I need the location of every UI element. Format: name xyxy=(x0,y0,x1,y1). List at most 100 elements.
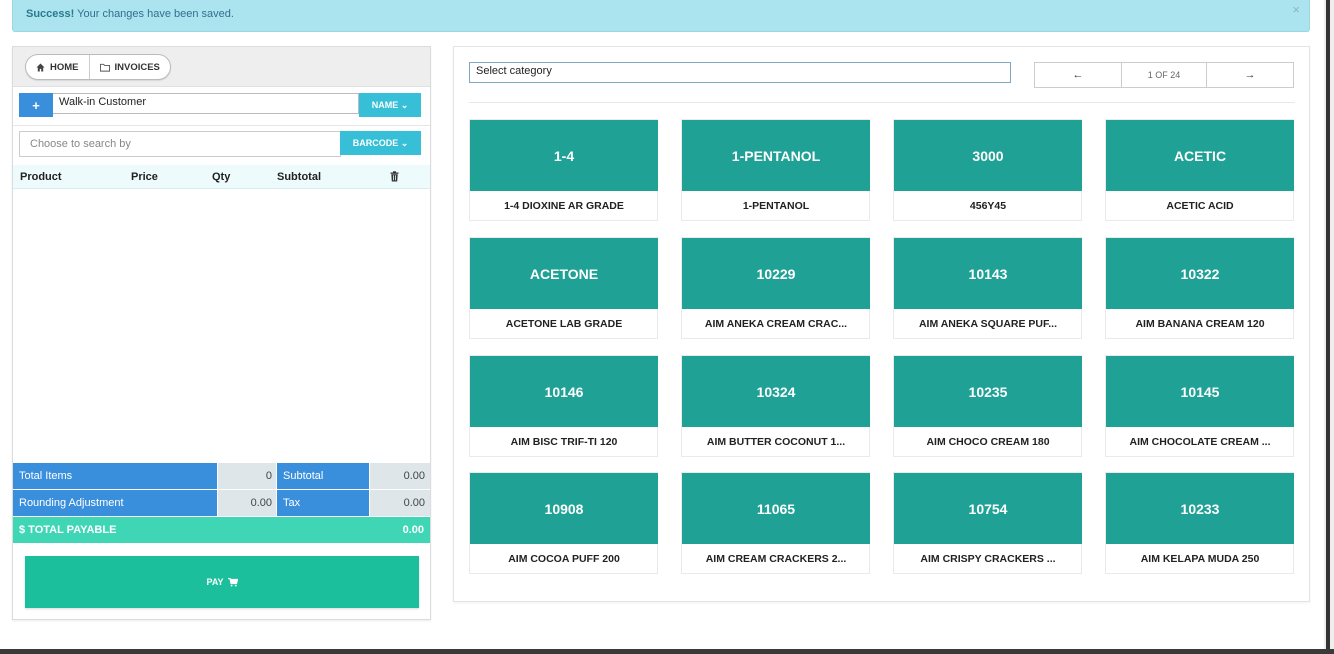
product-code: 10233 xyxy=(1106,473,1294,544)
col-subtotal: Subtotal xyxy=(277,171,321,183)
product-card[interactable]: 3000 456Y45 xyxy=(893,119,1082,221)
total-items-label: Total Items xyxy=(13,463,217,489)
add-customer-button[interactable]: + xyxy=(19,93,53,117)
pos-cart-panel: HOME INVOICES + Walk-in Customer NAME ⌄ … xyxy=(12,46,431,620)
product-code: 1-PENTANOL xyxy=(682,120,870,191)
product-code: 10229 xyxy=(682,238,870,309)
divider xyxy=(13,125,430,126)
cart-icon xyxy=(227,577,238,586)
total-payable-label: $ TOTAL PAYABLE xyxy=(19,524,117,536)
search-row: BARCODE ⌄ xyxy=(19,131,421,157)
product-panel: Select category ← 1 OF 24 → 1-4 1-4 DIOXI… xyxy=(453,46,1310,602)
customer-row: + Walk-in Customer NAME ⌄ xyxy=(19,93,421,119)
product-card[interactable]: ACETONE ACETONE LAB GRADE xyxy=(469,237,658,339)
col-qty: Qty xyxy=(212,171,231,183)
product-code: ACETIC xyxy=(1106,120,1294,191)
product-code: 10754 xyxy=(894,473,1082,544)
product-name: 1-4 DIOXINE AR GRADE xyxy=(504,200,624,212)
product-card[interactable]: 10754 AIM CRISPY CRACKERS ... xyxy=(893,472,1082,574)
product-name: AIM BISC TRIF-TI 120 xyxy=(510,436,618,448)
product-card[interactable]: ACETIC ACETIC ACID xyxy=(1105,119,1294,221)
invoices-button[interactable]: INVOICES xyxy=(88,55,170,79)
nav-button-group: HOME INVOICES xyxy=(25,54,171,80)
product-card[interactable]: 1-PENTANOL 1-PENTANOL xyxy=(681,119,870,221)
product-card[interactable]: 1-4 1-4 DIOXINE AR GRADE xyxy=(469,119,658,221)
product-name: 456Y45 xyxy=(969,200,1007,212)
product-name: AIM COCOA PUFF 200 xyxy=(508,553,620,565)
alert-strong: Success! xyxy=(26,8,75,20)
alert-message: Your changes have been saved. xyxy=(74,8,234,20)
bottom-bar xyxy=(0,649,1334,654)
total-items-value: 0 xyxy=(218,463,276,489)
product-search-input[interactable] xyxy=(19,131,341,157)
product-name: AIM ANEKA SQUARE PUF... xyxy=(918,318,1058,330)
product-name: AIM CRISPY CRACKERS ... xyxy=(920,553,1056,565)
category-select[interactable]: Select category xyxy=(469,62,1011,83)
product-card[interactable]: 10145 AIM CHOCOLATE CREAM ... xyxy=(1105,355,1294,457)
product-code: 10145 xyxy=(1106,356,1294,427)
rounding-label: Rounding Adjustment xyxy=(13,490,217,516)
pay-label: PAY xyxy=(206,577,224,587)
home-label: HOME xyxy=(50,61,79,73)
product-card[interactable]: 10233 AIM KELAPA MUDA 250 xyxy=(1105,472,1294,574)
product-name: AIM ANEKA CREAM CRAC... xyxy=(704,318,848,330)
trash-icon[interactable] xyxy=(390,171,399,182)
product-code: 10146 xyxy=(470,356,658,427)
product-card[interactable]: 10322 AIM BANANA CREAM 120 xyxy=(1105,237,1294,339)
pagination: ← 1 OF 24 → xyxy=(1034,62,1294,88)
product-code: ACETONE xyxy=(470,238,658,309)
product-card[interactable]: 10235 AIM CHOCO CREAM 180 xyxy=(893,355,1082,457)
product-code: 3000 xyxy=(894,120,1082,191)
product-name: 1-PENTANOL xyxy=(742,200,810,212)
product-card[interactable]: 10229 AIM ANEKA CREAM CRAC... xyxy=(681,237,870,339)
product-name: ACETIC ACID xyxy=(1166,200,1234,212)
product-card[interactable]: 10146 AIM BISC TRIF-TI 120 xyxy=(469,355,658,457)
product-code: 1-4 xyxy=(470,120,658,191)
product-code: 10143 xyxy=(894,238,1082,309)
col-price: Price xyxy=(131,171,158,183)
tax-value: 0.00 xyxy=(370,490,430,516)
total-payable-row: $ TOTAL PAYABLE 0.00 xyxy=(13,517,430,543)
barcode-dropdown-button[interactable]: BARCODE ⌄ xyxy=(340,131,421,155)
pay-button[interactable]: PAY xyxy=(25,556,419,608)
divider xyxy=(469,102,1295,103)
prev-page-button[interactable]: ← xyxy=(1035,63,1121,87)
panel-header: HOME INVOICES xyxy=(13,47,430,87)
product-name: AIM BUTTER COCONUT 1... xyxy=(706,436,846,448)
product-name: ACETONE LAB GRADE xyxy=(505,318,623,330)
cart-table-header: Product Price Qty Subtotal xyxy=(13,165,430,189)
tax-label: Tax xyxy=(277,490,369,516)
product-card[interactable]: 10143 AIM ANEKA SQUARE PUF... xyxy=(893,237,1082,339)
col-product: Product xyxy=(20,171,62,183)
subtotal-label: Subtotal xyxy=(277,463,369,489)
total-payable-value: 0.00 xyxy=(402,524,424,536)
name-dropdown-button[interactable]: NAME ⌄ xyxy=(359,93,421,117)
invoices-label: INVOICES xyxy=(114,61,160,73)
next-page-button[interactable]: → xyxy=(1207,63,1293,87)
product-card[interactable]: 10324 AIM BUTTER COCONUT 1... xyxy=(681,355,870,457)
home-button[interactable]: HOME xyxy=(26,55,89,79)
subtotal-value: 0.00 xyxy=(370,463,430,489)
product-code: 11065 xyxy=(682,473,870,544)
window-edge xyxy=(1324,0,1334,654)
folder-icon xyxy=(99,63,110,72)
product-name: AIM KELAPA MUDA 250 xyxy=(1140,553,1260,565)
close-icon[interactable]: × xyxy=(1292,2,1300,17)
success-alert: Success! Your changes have been saved. × xyxy=(12,0,1310,32)
product-name: AIM CHOCO CREAM 180 xyxy=(926,436,1050,448)
window-rail xyxy=(1326,0,1330,654)
product-code: 10324 xyxy=(682,356,870,427)
product-name: AIM CREAM CRACKERS 2... xyxy=(705,553,847,565)
product-code: 10908 xyxy=(470,473,658,544)
product-code: 10322 xyxy=(1106,238,1294,309)
home-icon xyxy=(36,62,45,72)
totals-row: Rounding Adjustment 0.00 Tax 0.00 xyxy=(13,490,430,516)
cart-items-list xyxy=(13,190,430,462)
product-card[interactable]: 10908 AIM COCOA PUFF 200 xyxy=(469,472,658,574)
product-card[interactable]: 11065 AIM CREAM CRACKERS 2... xyxy=(681,472,870,574)
rounding-value: 0.00 xyxy=(218,490,276,516)
totals-row: Total Items 0 Subtotal 0.00 xyxy=(13,463,430,489)
customer-input[interactable]: Walk-in Customer xyxy=(53,93,359,114)
product-code: 10235 xyxy=(894,356,1082,427)
page-info: 1 OF 24 xyxy=(1121,63,1207,87)
